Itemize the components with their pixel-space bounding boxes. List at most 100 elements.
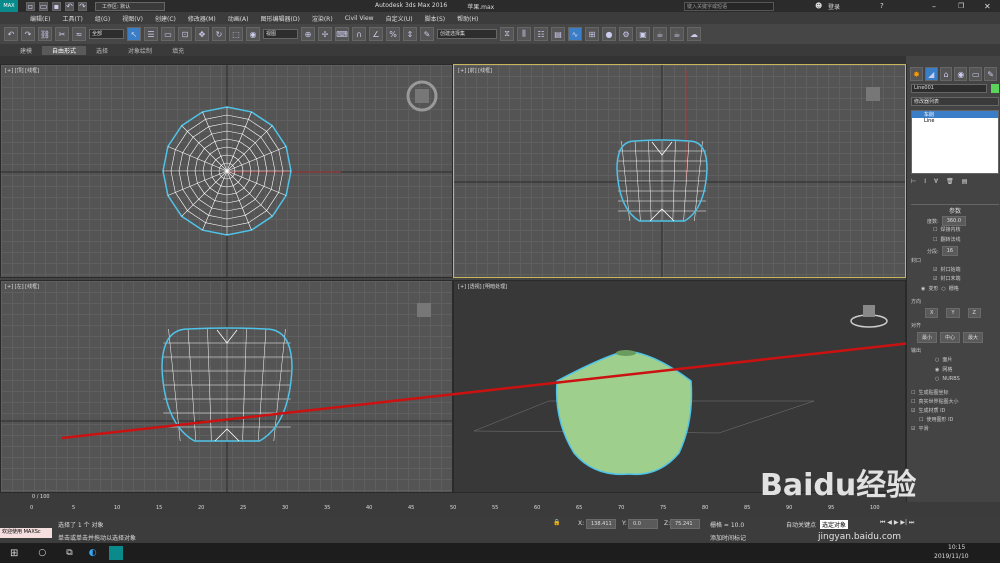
- reference-coord-dropdown[interactable]: 视图: [263, 29, 298, 39]
- link-icon[interactable]: ⛓: [38, 27, 52, 41]
- render-setup-icon[interactable]: ⚙: [619, 27, 633, 41]
- login-label[interactable]: 登录: [828, 2, 840, 11]
- direction-y-button[interactable]: Y: [946, 308, 960, 318]
- viewport-front[interactable]: [+] [前] [线框]: [453, 64, 906, 278]
- align-center-button[interactable]: 中心: [940, 332, 961, 343]
- patch-radio[interactable]: ○: [935, 357, 939, 363]
- snap-icon[interactable]: ∩: [352, 27, 366, 41]
- user-icon[interactable]: ☻: [815, 2, 822, 10]
- redo-icon[interactable]: ↷: [78, 1, 87, 11]
- gen-map-checkbox[interactable]: ☐: [911, 390, 915, 396]
- select-by-name-icon[interactable]: ☰: [144, 27, 158, 41]
- rendered-frame-icon[interactable]: ▣: [636, 27, 650, 41]
- help-icon[interactable]: ?: [880, 2, 884, 10]
- x-coord-input[interactable]: 138.411: [586, 519, 616, 529]
- close-icon[interactable]: ✕: [984, 2, 991, 11]
- material-editor-icon[interactable]: ●: [602, 27, 616, 41]
- search-icon[interactable]: ○: [38, 548, 46, 558]
- configure-sets-icon[interactable]: ▤: [962, 178, 968, 185]
- apple-front-wireframe[interactable]: [616, 139, 708, 222]
- viewcube-icon[interactable]: [417, 303, 431, 317]
- windows-start-icon[interactable]: ⊞: [10, 548, 18, 559]
- menu-item[interactable]: 创建(C): [149, 14, 182, 23]
- remove-modifier-icon[interactable]: 🗑: [946, 178, 954, 185]
- layer-explorer-icon[interactable]: ☷: [534, 27, 548, 41]
- y-coord-input[interactable]: 0.0: [628, 519, 658, 529]
- align-min-button[interactable]: 最小: [917, 332, 938, 343]
- open-icon[interactable]: ▭: [39, 1, 48, 11]
- render-icon[interactable]: ☕: [653, 27, 667, 41]
- a360-icon[interactable]: ☁: [687, 27, 701, 41]
- stack-item-line[interactable]: Line: [912, 118, 998, 124]
- search-input[interactable]: 键入关键字或短语: [684, 1, 774, 11]
- use-shape-checkbox[interactable]: ☐: [919, 417, 923, 423]
- apple-shaded-model[interactable]: [555, 350, 693, 476]
- lock-icon[interactable]: 🔒: [553, 519, 560, 526]
- show-end-result-icon[interactable]: I: [924, 178, 926, 185]
- new-icon[interactable]: ▫: [26, 1, 35, 11]
- percent-snap-icon[interactable]: %: [386, 27, 400, 41]
- window-crossing-icon[interactable]: ⊡: [178, 27, 192, 41]
- angle-snap-icon[interactable]: ∠: [369, 27, 383, 41]
- scale-icon[interactable]: ⬚: [229, 27, 243, 41]
- selection-filter-dropdown[interactable]: 全部: [89, 29, 124, 39]
- utilities-tab-icon[interactable]: ✎: [984, 67, 997, 81]
- place-icon[interactable]: ◉: [246, 27, 260, 41]
- segments-input[interactable]: 16: [941, 246, 959, 256]
- flip-normals-checkbox[interactable]: ☐: [933, 237, 937, 243]
- viewcube-icon[interactable]: [415, 89, 429, 103]
- viewcube-icon[interactable]: [866, 87, 880, 101]
- viewport-top[interactable]: [+] [顶] [线框]: [0, 64, 453, 278]
- edit-named-selection-icon[interactable]: ✎: [420, 27, 434, 41]
- motion-tab-icon[interactable]: ◉: [954, 67, 968, 81]
- menu-item[interactable]: 帮助(H): [451, 14, 484, 23]
- ribbon-tab[interactable]: 建模: [10, 46, 42, 55]
- mirror-icon[interactable]: ⧖: [500, 27, 514, 41]
- undo-icon[interactable]: ↶: [65, 1, 74, 11]
- ribbon-tab[interactable]: 自由形式: [42, 45, 87, 55]
- rotate-icon[interactable]: ↻: [212, 27, 226, 41]
- create-tab-icon[interactable]: ✸: [910, 67, 923, 81]
- modify-tab-icon[interactable]: ◢: [924, 67, 938, 81]
- max-logo-icon[interactable]: MAX: [0, 0, 18, 12]
- schematic-view-icon[interactable]: ⊞: [585, 27, 599, 41]
- display-tab-icon[interactable]: ▭: [969, 67, 983, 81]
- track-bar[interactable]: 0 5 10 15 20 25 30 35 40 45 50 55 60 65 70 75 80 85 90 95 10…: [0, 502, 1000, 516]
- cap-start-checkbox[interactable]: ☑: [933, 267, 937, 273]
- align-icon[interactable]: ⫼: [517, 27, 531, 41]
- object-color-swatch[interactable]: [991, 84, 999, 93]
- morph-radio[interactable]: ◉: [921, 286, 925, 292]
- ribbon-tab[interactable]: 填充: [162, 46, 194, 55]
- redo-icon[interactable]: ↷: [21, 27, 35, 41]
- 3dsmax-taskbar-icon[interactable]: [108, 546, 123, 560]
- menu-item[interactable]: 自定义(U): [380, 14, 419, 23]
- menu-item[interactable]: 修改器(M): [182, 14, 222, 23]
- rect-region-icon[interactable]: ▭: [161, 27, 175, 41]
- weld-core-checkbox[interactable]: ☐: [933, 227, 937, 233]
- save-icon[interactable]: ▪: [52, 1, 61, 11]
- z-coord-input[interactable]: 75.241: [670, 519, 700, 529]
- rollout-title[interactable]: 参数: [911, 204, 999, 215]
- menu-item[interactable]: 渲染(R): [306, 14, 339, 23]
- toggle-ribbon-icon[interactable]: ▤: [551, 27, 565, 41]
- mesh-radio[interactable]: ◉: [935, 367, 939, 373]
- spinner-snap-icon[interactable]: ⇕: [403, 27, 417, 41]
- stack-item-lathe[interactable]: 车削: [912, 111, 998, 118]
- viewport-left[interactable]: [+] [左] [线框]: [0, 280, 453, 493]
- bind-space-warp-icon[interactable]: ≈: [72, 27, 86, 41]
- menu-item[interactable]: 编辑(E): [24, 14, 56, 23]
- add-time-tag[interactable]: 添加时间标记: [710, 533, 746, 542]
- task-view-icon[interactable]: ⧉: [66, 548, 72, 558]
- object-name-field[interactable]: Line001: [911, 84, 987, 93]
- ribbon-tab[interactable]: 对象绘制: [118, 46, 162, 55]
- move-icon[interactable]: ✥: [195, 27, 209, 41]
- browser-icon[interactable]: ◐: [89, 548, 97, 558]
- menu-item[interactable]: 组(G): [89, 14, 116, 23]
- smooth-checkbox[interactable]: ☑: [911, 426, 915, 432]
- cap-end-checkbox[interactable]: ☑: [933, 276, 937, 282]
- maxscript-listener[interactable]: 欢迎使用 MAXSc: [0, 528, 52, 538]
- menu-item[interactable]: 工具(T): [56, 14, 88, 23]
- direction-z-button[interactable]: Z: [967, 308, 981, 318]
- menu-item[interactable]: 图形编辑器(D): [255, 14, 306, 23]
- auto-key-button[interactable]: 自动关键点: [786, 520, 816, 529]
